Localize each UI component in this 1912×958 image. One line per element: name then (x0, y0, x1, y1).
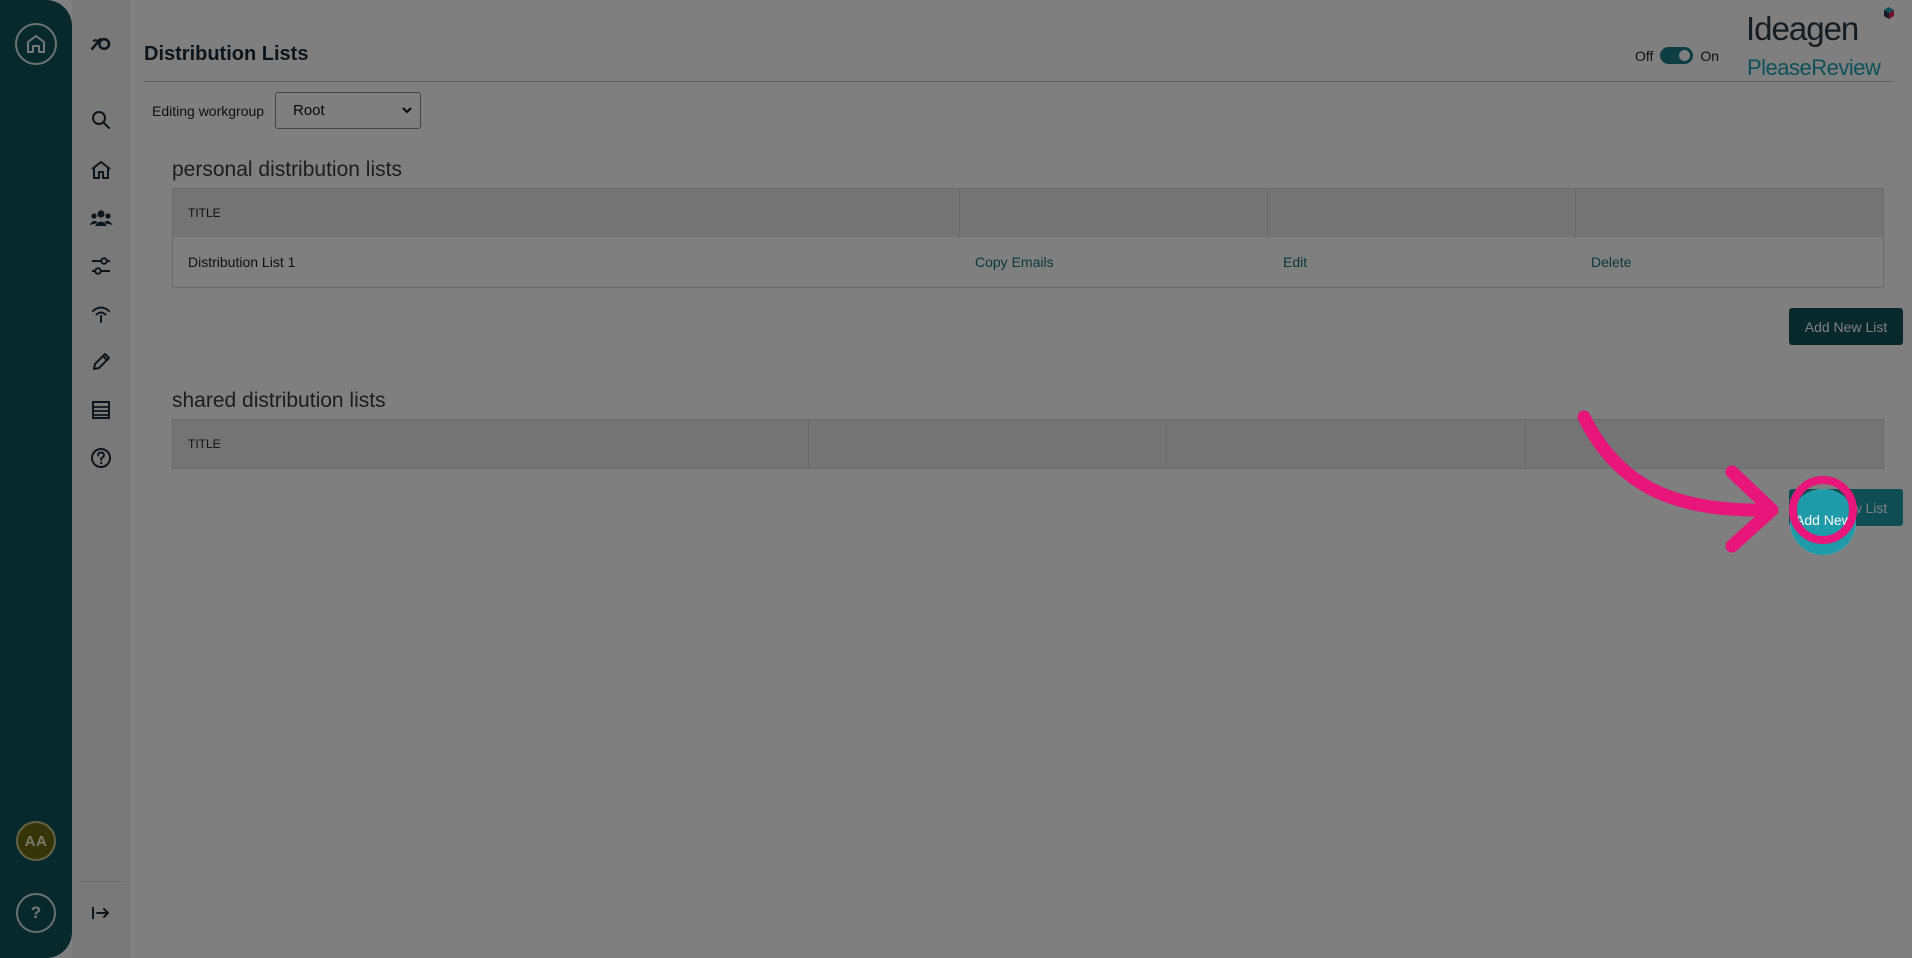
logo-product: PleaseReview (1747, 55, 1881, 80)
table-row: Distribution List 1 Copy Emails Edit Del… (173, 237, 1883, 287)
toggle-knob (1679, 50, 1691, 61)
signal-icon[interactable] (89, 302, 113, 326)
shared-section-title: shared distribution lists (172, 389, 386, 412)
personal-lists-table: TITLE Distribution List 1 Copy Emails Ed… (172, 188, 1884, 288)
help-icon[interactable] (89, 446, 113, 470)
ideagen-logo: Ideagen PleaseReview (1746, 7, 1896, 80)
home-icon[interactable] (89, 158, 113, 182)
shared-lists-table: TITLE (172, 419, 1884, 469)
edit-link[interactable]: Edit (1268, 237, 1576, 287)
workgroup-select[interactable]: Root (275, 92, 421, 129)
help-icon[interactable]: ? (16, 893, 56, 933)
column-header-2 (809, 420, 1167, 468)
search-icon[interactable] (89, 108, 113, 132)
pencil-icon[interactable] (89, 350, 113, 374)
copy-emails-link[interactable]: Copy Emails (960, 237, 1268, 287)
home-icon[interactable] (15, 23, 57, 65)
column-header-copy (960, 189, 1268, 237)
logo-mark-icon (1884, 7, 1894, 19)
main-content: Distribution Lists Off On Ideagen Please… (130, 0, 1912, 958)
toolbar-divider (80, 881, 122, 882)
toggle-on-label: On (1700, 47, 1720, 64)
app-rail: AA ? (0, 0, 72, 958)
delete-link[interactable]: Delete (1576, 237, 1883, 287)
brand-logo-icon[interactable] (89, 32, 113, 56)
table-header: TITLE (173, 189, 1883, 237)
column-header-4 (1526, 420, 1883, 468)
logo-brand: Ideagen (1746, 10, 1859, 47)
toggle-switch[interactable] (1660, 47, 1694, 64)
help-label: ? (30, 903, 42, 922)
avatar[interactable]: AA (16, 821, 56, 861)
spotlight-highlight: Add New List (1790, 489, 1856, 555)
column-header-3 (1167, 420, 1526, 468)
off-on-toggle-group: Off On (1635, 47, 1719, 64)
column-header-delete (1576, 189, 1883, 237)
people-icon[interactable] (89, 206, 113, 230)
column-header-title: TITLE (173, 189, 960, 237)
workgroup-selected: Root (293, 102, 325, 119)
chevron-down-icon (402, 107, 412, 114)
avatar-initials: AA (24, 832, 48, 850)
add-personal-list-button[interactable]: Add New List (1789, 308, 1903, 345)
list-icon[interactable] (89, 398, 113, 422)
personal-section-title: personal distribution lists (172, 158, 402, 181)
table-header: TITLE (173, 420, 1883, 468)
column-header-title: TITLE (173, 420, 809, 468)
page-title: Distribution Lists (144, 43, 309, 65)
list-title: Distribution List 1 (188, 254, 296, 270)
spotlight-button-label: Add New List (1795, 512, 1856, 528)
sliders-icon[interactable] (89, 254, 113, 278)
toggle-off-label: Off (1635, 47, 1654, 64)
header-divider (144, 81, 1894, 82)
workgroup-label: Editing workgroup (152, 103, 265, 119)
icon-toolbar (72, 0, 130, 958)
column-header-edit (1268, 189, 1576, 237)
collapse-icon[interactable] (89, 901, 113, 925)
